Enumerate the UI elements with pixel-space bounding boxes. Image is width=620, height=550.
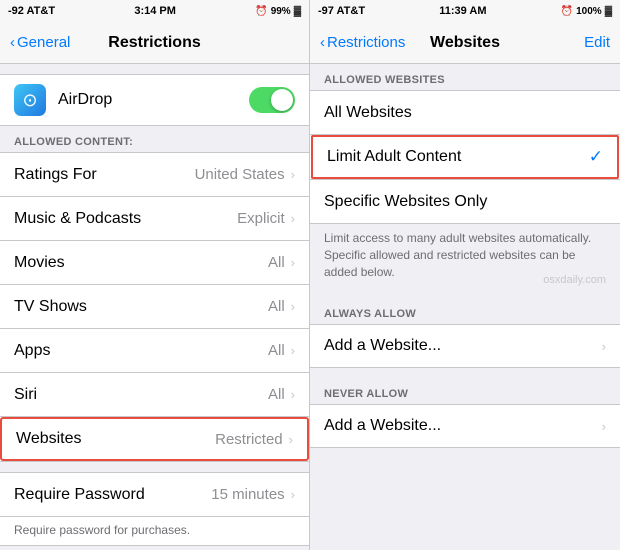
list-item-websites[interactable]: Websites Restricted › bbox=[0, 417, 309, 461]
limit-adult-description: Limit access to many adult websites auto… bbox=[310, 224, 620, 288]
music-value: Explicit bbox=[237, 210, 285, 227]
nav-title-left: Restrictions bbox=[108, 34, 200, 52]
carrier-left: -92 AT&T bbox=[8, 5, 55, 17]
option-specific-websites[interactable]: Specific Websites Only bbox=[310, 179, 620, 223]
music-label: Music & Podcasts bbox=[14, 210, 237, 228]
back-label-right: Restrictions bbox=[327, 34, 405, 51]
list-item-apps[interactable]: Apps All › bbox=[0, 329, 309, 373]
never-allow-chevron: › bbox=[602, 419, 606, 434]
status-icons-right: ⏰ 100% ▓ bbox=[561, 6, 612, 17]
status-bar-right: -97 AT&T 11:39 AM ⏰ 100% ▓ bbox=[310, 0, 620, 22]
airdrop-row: ⊙ AirDrop bbox=[0, 74, 309, 126]
require-password-label: Require Password bbox=[14, 486, 211, 504]
always-allow-section: ALWAYS ALLOW Add a Website... › bbox=[310, 298, 620, 368]
never-allow-section: NEVER ALLOW Add a Website... › bbox=[310, 378, 620, 448]
allowed-content-header: ALLOWED CONTENT: bbox=[0, 126, 309, 152]
checkmark-icon: ✓ bbox=[589, 147, 603, 167]
alarm-icon-right: ⏰ bbox=[561, 6, 573, 17]
option-limit-adult[interactable]: Limit Adult Content ✓ bbox=[311, 135, 619, 179]
watermark: osxdaily.com bbox=[543, 273, 606, 288]
option-all-websites[interactable]: All Websites bbox=[310, 91, 620, 135]
back-chevron-right: ‹ bbox=[320, 34, 325, 51]
right-panel: -97 AT&T 11:39 AM ⏰ 100% ▓ ‹ Restriction… bbox=[310, 0, 620, 550]
carrier-right: -97 AT&T bbox=[318, 5, 365, 17]
music-chevron: › bbox=[291, 211, 295, 226]
always-allow-header: ALWAYS ALLOW bbox=[310, 298, 620, 324]
edit-button-right[interactable]: Edit bbox=[584, 34, 610, 51]
ratings-value: United States bbox=[195, 166, 285, 183]
siri-value: All bbox=[268, 386, 285, 403]
always-allow-chevron: › bbox=[602, 339, 606, 354]
require-password-value: 15 minutes bbox=[211, 486, 284, 503]
websites-chevron: › bbox=[289, 432, 293, 447]
specific-websites-label: Specific Websites Only bbox=[324, 193, 606, 211]
apps-chevron: › bbox=[291, 343, 295, 358]
airdrop-icon: ⊙ bbox=[14, 84, 46, 116]
always-allow-add-label: Add a Website... bbox=[324, 337, 602, 355]
apps-value: All bbox=[268, 342, 285, 359]
left-panel: -92 AT&T 3:14 PM ⏰ 99% ▓ ‹ General Restr… bbox=[0, 0, 310, 550]
never-allow-header: NEVER ALLOW bbox=[310, 378, 620, 404]
limit-adult-label: Limit Adult Content bbox=[327, 148, 589, 166]
time-right: 11:39 AM bbox=[439, 5, 486, 17]
ratings-label: Ratings For bbox=[14, 166, 195, 184]
nav-bar-right: ‹ Restrictions Websites Edit bbox=[310, 22, 620, 64]
tvshows-value: All bbox=[268, 298, 285, 315]
back-chevron-left: ‹ bbox=[10, 34, 15, 51]
websites-value: Restricted bbox=[215, 431, 283, 448]
websites-label: Websites bbox=[16, 430, 215, 448]
require-password-description: Require password for purchases. bbox=[0, 517, 309, 545]
list-item-tvshows[interactable]: TV Shows All › bbox=[0, 285, 309, 329]
require-password-chevron: › bbox=[291, 487, 295, 502]
ratings-chevron: › bbox=[291, 167, 295, 182]
never-allow-add-row[interactable]: Add a Website... › bbox=[310, 404, 620, 448]
back-button-right[interactable]: ‹ Restrictions bbox=[320, 34, 405, 51]
list-item-movies[interactable]: Movies All › bbox=[0, 241, 309, 285]
nav-title-right: Websites bbox=[430, 34, 500, 52]
status-icons-left: ⏰ 99% ▓ bbox=[255, 6, 301, 17]
list-item-ratings[interactable]: Ratings For United States › bbox=[0, 153, 309, 197]
siri-label: Siri bbox=[14, 386, 268, 404]
always-allow-add-row[interactable]: Add a Website... › bbox=[310, 324, 620, 368]
toggle-knob bbox=[271, 89, 293, 111]
allowed-content-list: Ratings For United States › Music & Podc… bbox=[0, 152, 309, 462]
back-button-left[interactable]: ‹ General bbox=[10, 34, 70, 51]
battery-left: 99% bbox=[271, 6, 291, 17]
battery-bar-left: ▓ bbox=[294, 6, 301, 17]
require-password-row[interactable]: Require Password 15 minutes › bbox=[0, 473, 309, 517]
website-options-list: All Websites Limit Adult Content ✓ Speci… bbox=[310, 90, 620, 224]
airdrop-toggle[interactable] bbox=[249, 87, 295, 113]
movies-value: All bbox=[268, 254, 285, 271]
siri-chevron: › bbox=[291, 387, 295, 402]
allowed-websites-header: ALLOWED WEBSITES bbox=[310, 64, 620, 90]
tvshows-chevron: › bbox=[291, 299, 295, 314]
all-websites-label: All Websites bbox=[324, 104, 606, 122]
status-bar-left: -92 AT&T 3:14 PM ⏰ 99% ▓ bbox=[0, 0, 309, 22]
apps-label: Apps bbox=[14, 342, 268, 360]
nav-bar-left: ‹ General Restrictions bbox=[0, 22, 309, 64]
time-left: 3:14 PM bbox=[134, 5, 176, 17]
never-allow-add-label: Add a Website... bbox=[324, 417, 602, 435]
back-label-left: General bbox=[17, 34, 70, 51]
battery-bar-right: ▓ bbox=[605, 6, 612, 17]
movies-chevron: › bbox=[291, 255, 295, 270]
movies-label: Movies bbox=[14, 254, 268, 272]
alarm-icon-left: ⏰ bbox=[255, 6, 267, 17]
list-item-music[interactable]: Music & Podcasts Explicit › bbox=[0, 197, 309, 241]
require-password-group: Require Password 15 minutes › Require pa… bbox=[0, 472, 309, 546]
tvshows-label: TV Shows bbox=[14, 298, 268, 316]
list-item-siri[interactable]: Siri All › bbox=[0, 373, 309, 417]
airdrop-label: AirDrop bbox=[58, 91, 237, 109]
battery-right: 100% bbox=[576, 6, 602, 17]
